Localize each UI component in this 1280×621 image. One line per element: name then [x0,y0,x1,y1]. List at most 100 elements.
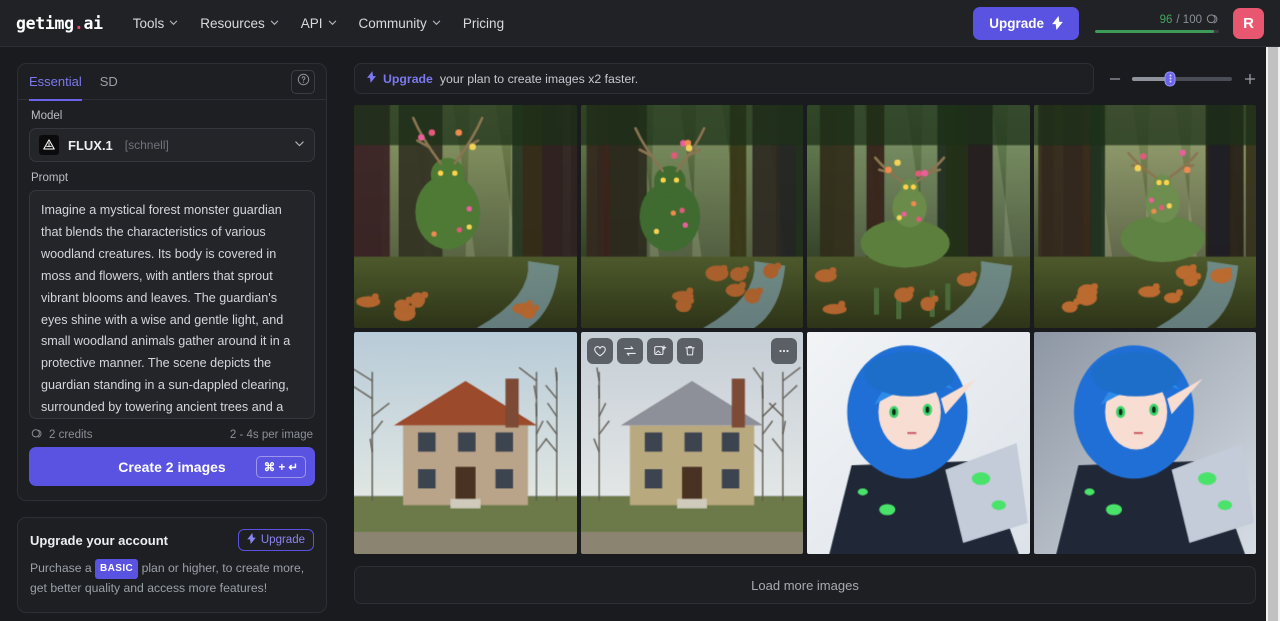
mode-tabs: Essential SD [18,64,326,101]
load-more-button[interactable]: Load more images [354,566,1256,604]
favorite-icon[interactable] [586,337,613,364]
scrollbar-thumb[interactable] [1268,47,1278,621]
upgrade-label: Upgrade [989,15,1044,31]
generated-image[interactable] [580,105,803,328]
regenerate-icon[interactable] [616,337,643,364]
chevron-down-icon [169,18,178,27]
gallery-item[interactable] [354,105,577,328]
card-upgrade-label: Upgrade [260,534,305,546]
credits-meter[interactable]: 96 / 100 [1093,13,1219,33]
model-section: Model FLUX.1 [schnell] [18,110,326,162]
nav-item-resources[interactable]: Resources [200,16,279,31]
prompt-label: Prompt [31,172,69,184]
image-hover-toolbar [586,337,797,364]
gallery-toolbar: Upgrade your plan to create images x2 fa… [354,63,1256,94]
gallery-item[interactable] [1033,105,1256,328]
nav-label: Tools [132,15,165,31]
chevron-down-icon [294,136,305,154]
card-upgrade-button[interactable]: Upgrade [237,529,314,551]
upgrade-card-description: Purchase a BASIC plan or higher, to crea… [30,559,314,599]
tab-label: Essential [29,74,82,89]
chevron-down-icon [328,18,337,27]
model-label: Model [31,110,63,122]
create-images-button[interactable]: Create 2 images ⌘ + ↵ [29,447,315,486]
settings-sidebar: Essential SD Model FLUX.1 [schnell] Prom… [0,47,344,621]
generated-image[interactable] [1033,105,1256,328]
gallery-main: Upgrade your plan to create images x2 fa… [344,47,1280,621]
lightning-bolt-icon [367,71,376,86]
speed-estimate: 2 - 4s per image [229,428,313,441]
nav-label: API [300,15,323,31]
generated-image[interactable] [354,105,577,328]
gallery-item[interactable] [807,331,1030,554]
credits-progress-fill [1095,30,1215,33]
credits-cost: 2 credits [31,428,92,441]
model-variant: [schnell] [124,138,169,152]
main-nav: Tools Resources API Community Pricing [133,16,504,31]
generated-image[interactable] [1033,331,1256,554]
zoom-control [1108,71,1256,86]
help-button[interactable] [291,69,315,94]
gallery-item[interactable] [354,331,577,554]
logo-dot: . [73,13,84,33]
logo-suffix: ai [83,13,103,33]
plan-badge: BASIC [95,559,139,580]
gallery-item-hovered[interactable] [580,331,803,554]
credits-total: / 100 [1176,13,1202,26]
zoom-out-button[interactable] [1108,72,1121,85]
credits-text: 96 / 100 [1160,13,1219,26]
nav-item-tools[interactable]: Tools [133,16,179,31]
coins-icon [1206,13,1219,26]
coins-icon [31,428,44,441]
app-header: getimg.ai Tools Resources API Community … [0,0,1280,47]
generated-image[interactable] [807,331,1030,554]
generated-image[interactable] [354,331,577,554]
upgrade-card-header: Upgrade your account Upgrade [30,529,314,551]
image-grid [354,105,1256,554]
tab-sd[interactable]: SD [100,65,118,101]
chevron-down-icon [270,18,279,27]
zoom-slider-handle[interactable] [1164,71,1176,86]
prompt-section: Prompt Imagine a mystical forest monster… [18,172,326,486]
promo-text: your plan to create images x2 faster. [439,71,639,86]
avatar-initial: R [1243,14,1254,32]
delete-icon[interactable] [676,337,703,364]
avatar[interactable]: R [1233,7,1264,39]
more-options-icon[interactable] [771,337,797,364]
chevron-down-icon [432,18,441,27]
logo[interactable]: getimg.ai [16,14,103,33]
zoom-in-button[interactable] [1243,72,1256,85]
keyboard-shortcut-badge: ⌘ + ↵ [255,455,306,478]
nav-label: Pricing [462,15,505,31]
prompt-meta: 2 credits 2 - 4s per image [29,428,315,441]
header-actions: Upgrade 96 / 100 R [973,6,1264,40]
gallery-item[interactable] [580,105,803,328]
model-select[interactable]: FLUX.1 [schnell] [29,128,315,162]
nav-item-community[interactable]: Community [359,16,441,31]
zoom-slider[interactable] [1132,71,1232,86]
gallery-item[interactable] [1033,331,1256,554]
logo-text: getimg [16,13,74,33]
upgrade-account-card: Upgrade your account Upgrade Purchase a … [17,517,327,613]
app-body: Essential SD Model FLUX.1 [schnell] Prom… [0,47,1280,621]
lightning-bolt-icon [1052,16,1063,30]
credits-progress-bar [1095,30,1219,33]
load-more-label: Load more images [751,577,859,593]
promo-upgrade-link[interactable]: Upgrade [383,72,433,86]
create-label: Create 2 images [118,458,226,475]
question-circle-icon [297,73,310,91]
header-upgrade-button[interactable]: Upgrade [973,6,1079,40]
generated-image[interactable] [807,105,1030,328]
generated-image[interactable] [580,331,803,554]
nav-item-pricing[interactable]: Pricing [463,16,504,31]
nav-label: Resources [200,15,265,31]
nav-item-api[interactable]: API [301,16,337,31]
upgrade-card-title: Upgrade your account [30,532,168,548]
tab-essential[interactable]: Essential [29,65,82,101]
promo-banner[interactable]: Upgrade your plan to create images x2 fa… [354,63,1094,94]
gallery-item[interactable] [807,105,1030,328]
variations-icon[interactable] [646,337,673,364]
desc-before: Purchase a [30,561,92,575]
page-scrollbar[interactable] [1266,47,1280,621]
prompt-input[interactable]: Imagine a mystical forest monster guardi… [29,190,315,419]
